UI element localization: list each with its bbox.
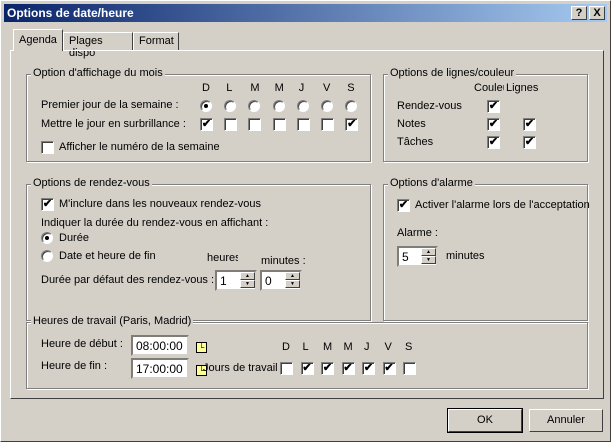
work-days-label: Jours de travail : xyxy=(203,362,284,374)
line-row-label: Rendez-vous xyxy=(397,100,462,112)
indicate-duration-label: Indiquer la durée du rendez-vous en affi… xyxy=(41,217,269,229)
start-time-label: Heure de début : xyxy=(41,338,123,350)
highlight-day-checkbox[interactable] xyxy=(248,118,262,131)
activate-alarm-label: Activer l'alarme lors de l'acceptation xyxy=(415,199,590,211)
end-date-radio-label: Date et heure de fin xyxy=(59,250,156,262)
default-duration-label: Durée par défaut des rendez-vous : xyxy=(41,274,215,286)
color-checkbox[interactable]: ✔ xyxy=(487,118,500,131)
highlight-day-checkbox[interactable] xyxy=(224,118,238,131)
tab-plages-dispo[interactable]: Plages dispo xyxy=(63,32,133,59)
line-row-label: Tâches xyxy=(397,136,434,148)
highlight-day-checkbox[interactable] xyxy=(321,118,334,131)
color-checkbox[interactable]: ✔ xyxy=(487,136,500,149)
include-me-checkbox[interactable]: ✔ xyxy=(41,198,54,211)
group-legend: Options d'alarme xyxy=(388,177,475,189)
alarm-unit-label: minutes xyxy=(446,250,485,262)
highlight-day-checkbox[interactable]: ✔ xyxy=(200,118,213,131)
highlight-day-checkbox[interactable] xyxy=(296,118,310,131)
group-legend: Options de lignes/couleur xyxy=(388,67,517,79)
day-header: M xyxy=(250,82,260,94)
work-day-checkbox[interactable]: ✔ xyxy=(382,362,396,375)
work-day-checkbox[interactable]: ✔ xyxy=(300,362,314,375)
duration-radio[interactable] xyxy=(41,232,53,244)
end-date-radio[interactable] xyxy=(41,250,53,262)
day-header: J xyxy=(298,82,305,94)
first-day-radio[interactable] xyxy=(321,100,333,112)
first-day-label: Premier jour de la semaine : xyxy=(41,99,179,111)
work-day-checkbox[interactable] xyxy=(280,362,293,375)
tab-format[interactable]: Format xyxy=(133,32,179,51)
alarm-label: Alarme : xyxy=(397,227,438,239)
first-day-radio[interactable] xyxy=(200,100,212,112)
work-day-checkbox[interactable]: ✔ xyxy=(362,362,375,375)
title-bar: Options de date/heure ? X xyxy=(4,4,607,22)
week-number-checkbox[interactable] xyxy=(41,141,54,154)
clock-icon[interactable]: └ xyxy=(196,342,207,353)
highlight-day-checkbox[interactable] xyxy=(272,118,286,131)
lines-checkbox[interactable]: ✔ xyxy=(523,118,536,131)
duration-radio-label: Durée xyxy=(59,232,89,244)
color-checkbox[interactable]: ✔ xyxy=(487,100,500,113)
cancel-button[interactable]: Annuler xyxy=(529,409,603,432)
tab-agenda[interactable]: Agenda xyxy=(13,29,63,51)
day-header: D xyxy=(282,341,290,353)
work-hours-group: Heures de travail (Paris, Madrid) xyxy=(26,315,588,389)
start-time-input[interactable]: 08:00:00 xyxy=(131,335,189,356)
end-time-input[interactable]: 17:00:00 xyxy=(131,358,189,379)
day-header: D xyxy=(202,82,210,94)
close-button[interactable]: X xyxy=(589,6,605,20)
line-row-label: Notes xyxy=(397,118,426,130)
lines-column-header: Lignes xyxy=(506,82,539,94)
spin-buttons[interactable]: ▲ ▼ xyxy=(285,272,300,289)
first-day-radio[interactable] xyxy=(272,100,285,112)
day-header: S xyxy=(347,82,355,94)
window-title: Options de date/heure xyxy=(7,6,134,20)
work-day-checkbox[interactable]: ✔ xyxy=(321,362,334,375)
activate-alarm-checkbox[interactable]: ✔ xyxy=(397,199,410,212)
day-header: M xyxy=(274,82,284,94)
spin-buttons[interactable]: ▲ ▼ xyxy=(240,272,255,289)
color-column-header: Couleur xyxy=(474,82,504,94)
lines-checkbox[interactable]: ✔ xyxy=(523,136,536,149)
day-header: L xyxy=(226,82,233,94)
help-button[interactable]: ? xyxy=(571,6,587,20)
highlight-day-checkbox[interactable]: ✔ xyxy=(345,118,359,131)
highlight-label: Mettre le jour en surbrillance : xyxy=(41,118,186,130)
work-day-checkbox[interactable]: ✔ xyxy=(341,362,355,375)
day-header: L xyxy=(302,341,309,353)
spin-buttons[interactable]: ▲ ▼ xyxy=(421,248,436,265)
hours-spinner[interactable]: 1 ▲ ▼ xyxy=(215,270,257,291)
end-time-label: Heure de fin : xyxy=(41,360,108,372)
ok-button[interactable]: OK xyxy=(447,408,523,433)
week-number-label: Afficher le numéro de la semaine xyxy=(59,141,220,153)
minutes-value: 0 xyxy=(265,274,272,288)
group-legend: Options de rendez-vous xyxy=(31,177,152,189)
group-legend: Heures de travail (Paris, Madrid) xyxy=(31,315,194,327)
alarm-minutes-spinner[interactable]: 5 ▲ ▼ xyxy=(397,246,438,267)
alarm-value: 5 xyxy=(402,250,409,264)
day-header: V xyxy=(323,82,331,94)
day-header: S xyxy=(405,341,413,353)
day-header: V xyxy=(384,341,392,353)
first-day-radio[interactable] xyxy=(296,100,309,112)
day-header: M xyxy=(343,341,353,353)
group-legend: Option d'affichage du mois xyxy=(31,67,165,79)
dialog-window: Options de date/heure ? X Agenda Plages … xyxy=(0,0,611,442)
hours-value: 1 xyxy=(220,274,227,288)
hours-label: heures xyxy=(207,252,238,264)
day-header: J xyxy=(364,341,370,353)
work-day-checkbox[interactable] xyxy=(403,362,416,375)
day-header: M xyxy=(323,341,333,353)
minutes-label: minutes : xyxy=(261,255,306,267)
include-me-label: M'inclure dans les nouveaux rendez-vous xyxy=(59,198,262,210)
minutes-spinner[interactable]: 0 ▲ ▼ xyxy=(260,270,302,291)
